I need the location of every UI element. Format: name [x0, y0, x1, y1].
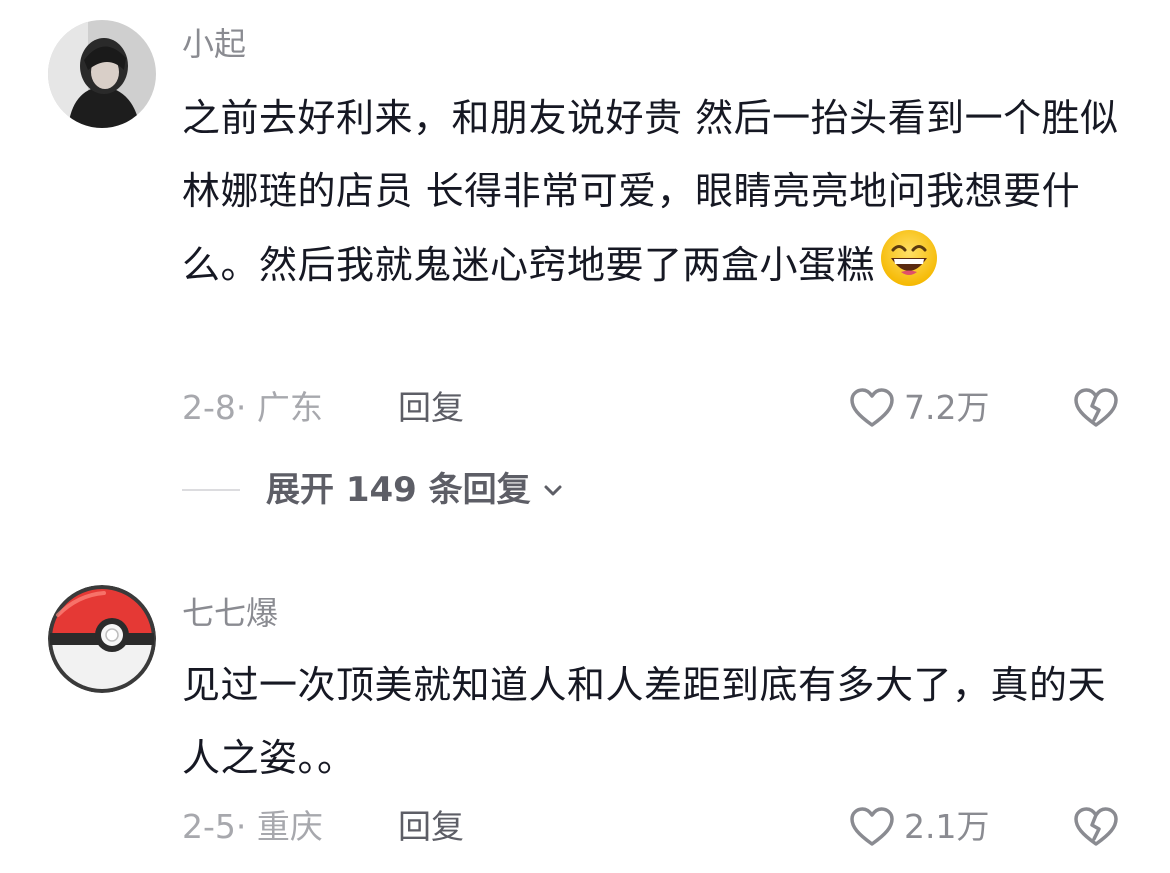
- like-button[interactable]: 2.1万: [848, 803, 989, 851]
- dislike-button[interactable]: [1072, 803, 1120, 851]
- expand-replies-label: 展开 149 条回复: [266, 470, 531, 510]
- broken-heart-icon: [1074, 807, 1118, 846]
- broken-heart-icon: [1074, 388, 1118, 427]
- comment-text: 之前去好利来，和朋友说好贵 然后一抬头看到一个胜似林娜琏的店员 长得非常可爱，眼…: [182, 82, 1132, 302]
- comment-text: 见过一次顶美就知道人和人差距到底有多大了，真的天人之姿。。: [182, 663, 1107, 780]
- divider-line: [182, 489, 240, 491]
- user-avatar-photo: [48, 20, 156, 128]
- chevron-down-icon: [544, 485, 562, 496]
- heart-outline-icon: [850, 807, 894, 846]
- dislike-button[interactable]: [1072, 384, 1120, 432]
- username[interactable]: 小起: [182, 24, 246, 64]
- grinning-face-emoji-icon: [881, 230, 938, 286]
- comment-date-location: 2-8· 广东: [182, 388, 323, 427]
- reply-button[interactable]: 回复: [398, 805, 464, 849]
- comment-date-location: 2-5· 重庆: [182, 807, 323, 846]
- pokeball-icon: [48, 585, 156, 693]
- comment-text-body: 之前去好利来，和朋友说好贵 然后一抬头看到一个胜似林娜琏的店员 长得非常可爱，眼…: [182, 96, 1119, 287]
- like-count: 2.1万: [904, 807, 990, 846]
- like-button[interactable]: 7.2万: [848, 384, 989, 432]
- like-count: 7.2万: [904, 388, 990, 427]
- heart-outline-icon: [850, 388, 894, 427]
- expand-replies-button[interactable]: 展开 149 条回复: [182, 466, 565, 514]
- reply-button[interactable]: 回复: [398, 386, 464, 430]
- username[interactable]: 七七爆: [182, 593, 278, 633]
- avatar[interactable]: [48, 585, 156, 693]
- avatar[interactable]: [48, 20, 156, 128]
